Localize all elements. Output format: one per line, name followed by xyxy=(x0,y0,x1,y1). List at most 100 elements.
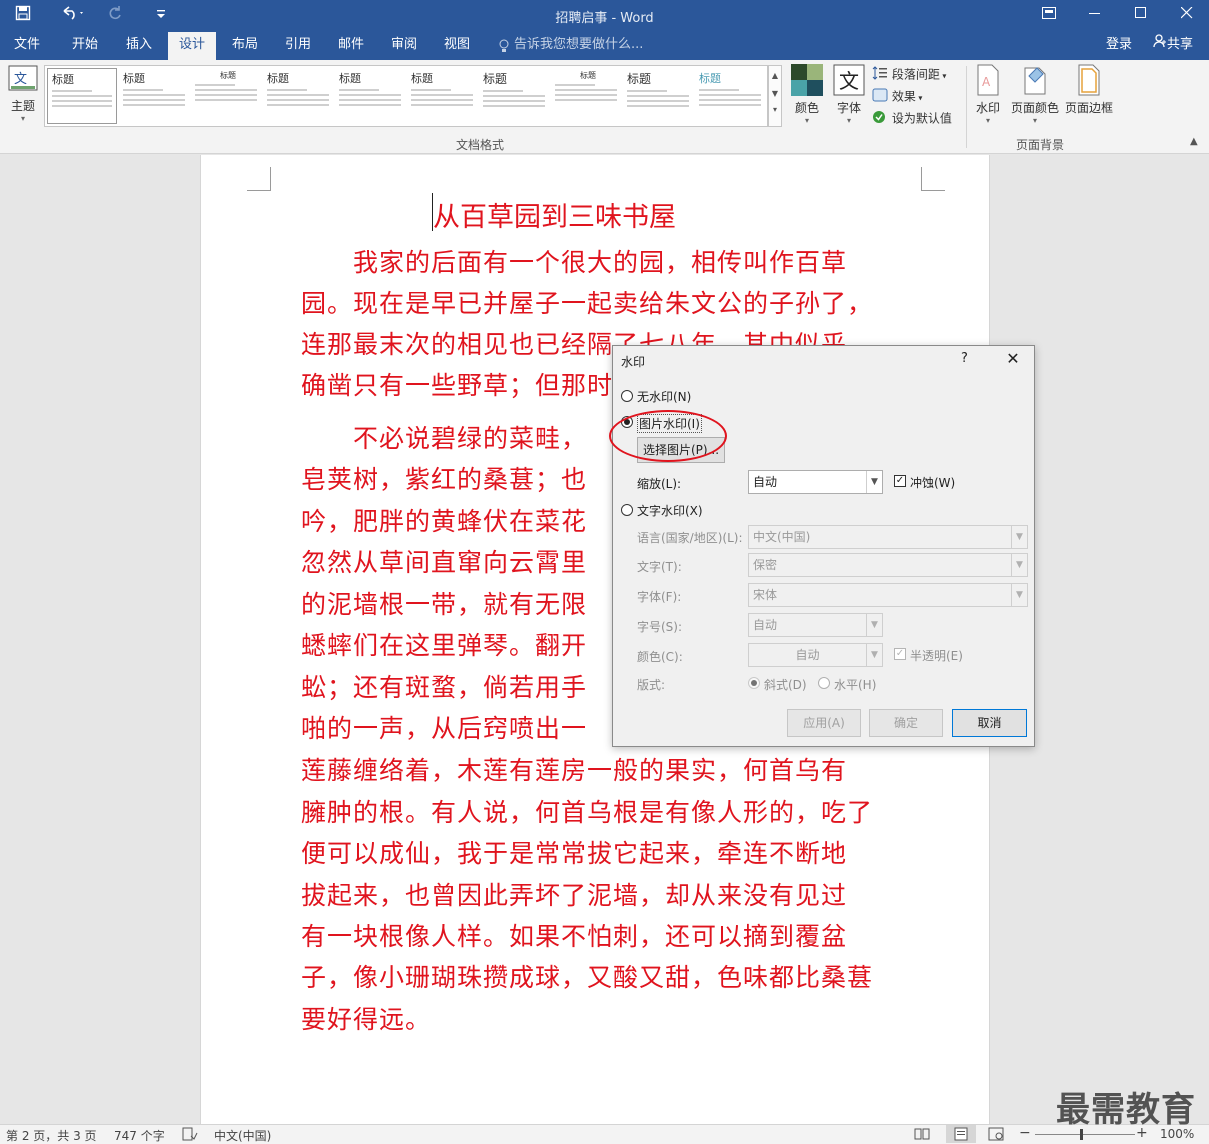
tab-view[interactable]: 视图 xyxy=(434,32,480,60)
maximize-icon[interactable] xyxy=(1118,0,1164,32)
collapse-ribbon-icon[interactable]: ▲ xyxy=(1190,136,1198,147)
tab-layout[interactable]: 布局 xyxy=(222,32,268,60)
style-set-item[interactable]: 标题 xyxy=(47,68,117,124)
chevron-down-icon[interactable]: ▼ xyxy=(1011,554,1027,576)
sign-in-link[interactable]: 登录 xyxy=(1106,32,1132,58)
style-set-item[interactable]: 标题 xyxy=(623,68,693,124)
style-set-item[interactable]: 标题 xyxy=(119,68,189,124)
no-watermark-label[interactable]: 无水印(N) xyxy=(637,388,691,405)
tab-home[interactable]: 开始 xyxy=(62,32,108,60)
chevron-down-icon[interactable]: ▼ xyxy=(1011,584,1027,606)
web-layout-icon[interactable] xyxy=(988,1127,1004,1144)
tab-insert[interactable]: 插入 xyxy=(116,32,162,60)
page-border-button[interactable]: 页面边框 xyxy=(1062,64,1116,116)
colors-button[interactable]: 颜色 ▾ xyxy=(788,64,826,125)
style-set-item[interactable]: 标题 xyxy=(263,68,333,124)
cancel-button[interactable]: 取消 xyxy=(952,709,1027,737)
size-select[interactable]: 自动 ▼ xyxy=(748,613,883,637)
effects-icon xyxy=(872,88,888,106)
text-line: 园。现在是早已并屋子一起卖给朱文公的子孙了， xyxy=(301,289,874,318)
color-select[interactable]: 自动 ▼ xyxy=(748,643,883,667)
zoom-slider[interactable] xyxy=(1035,1134,1135,1135)
paragraph-spacing-button[interactable]: 段落间距 ▾ xyxy=(872,66,946,85)
diagonal-label: 斜式(D) xyxy=(764,678,807,692)
style-set-item[interactable]: 标题 xyxy=(191,68,261,124)
chevron-down-icon[interactable]: ▼ xyxy=(866,471,882,493)
washout-label[interactable]: 冲蚀(W) xyxy=(910,474,955,491)
scroll-down-icon[interactable]: ▼ xyxy=(769,86,781,102)
read-mode-icon[interactable] xyxy=(914,1127,930,1144)
apply-button[interactable]: 应用(A) xyxy=(787,709,861,737)
crop-mark xyxy=(921,167,945,191)
text-line: 子，像小珊瑚珠攒成球，又酸又甜，色味都比桑葚 xyxy=(301,963,874,992)
print-layout-icon[interactable] xyxy=(946,1125,976,1143)
semitransparent-checkbox[interactable]: ✓ xyxy=(894,648,906,660)
lightbulb-icon xyxy=(498,39,510,56)
style-set-item[interactable]: 标题 xyxy=(695,68,765,124)
crop-mark xyxy=(247,167,271,191)
tab-references[interactable]: 引用 xyxy=(275,32,321,60)
style-set-title: 标题 xyxy=(483,72,508,86)
scale-select[interactable]: 自动 ▼ xyxy=(748,470,883,494)
style-set-item[interactable]: 标题 xyxy=(479,68,549,124)
page-count[interactable]: 第 2 页，共 3 页 xyxy=(6,1127,97,1144)
set-as-default-button[interactable]: 设为默认值 xyxy=(872,110,952,128)
text-line: 吟，肥胖的黄蜂伏在菜花 xyxy=(301,507,588,536)
tab-file[interactable]: 文件 xyxy=(4,32,50,60)
tab-review[interactable]: 审阅 xyxy=(381,32,427,60)
washout-checkbox[interactable]: ✓ xyxy=(894,475,906,487)
fonts-button[interactable]: 文 字体 ▾ xyxy=(830,64,868,125)
share-button[interactable]: 共享 xyxy=(1146,34,1200,56)
text-line: 臃肿的根。有人说，何首乌根是有像人形的，吃了 xyxy=(301,798,874,827)
scale-label: 缩放(L): xyxy=(637,477,682,491)
page-color-button[interactable]: 页面颜色 ▾ xyxy=(1008,64,1062,125)
language-status[interactable]: 中文(中国) xyxy=(214,1127,271,1144)
colors-label: 颜色 xyxy=(794,101,819,115)
tab-design[interactable]: 设计 xyxy=(168,32,216,60)
ribbon-display-options-icon[interactable] xyxy=(1026,0,1072,32)
style-set-title: 标题 xyxy=(267,72,289,85)
text-select[interactable]: 保密 ▼ xyxy=(748,553,1028,577)
horizontal-radio[interactable] xyxy=(818,677,830,689)
watermark-button[interactable]: A 水印 ▾ xyxy=(970,64,1006,125)
help-icon[interactable]: ? xyxy=(961,351,968,366)
scroll-up-icon[interactable]: ▲ xyxy=(769,66,781,86)
gallery-more-icon[interactable]: ▾ xyxy=(769,102,781,118)
page-color-icon xyxy=(1008,64,1062,99)
zoom-out-icon[interactable]: − xyxy=(1019,1125,1031,1141)
gallery-scroll[interactable]: ▲ ▼ ▾ xyxy=(768,65,782,127)
no-watermark-radio[interactable] xyxy=(621,390,633,402)
proofing-icon[interactable] xyxy=(182,1127,198,1144)
style-set-item[interactable]: 标题 xyxy=(551,68,621,124)
style-set-title: 标题 xyxy=(339,72,361,85)
theme-icon: 文 xyxy=(4,64,42,97)
svg-text:A: A xyxy=(982,75,991,89)
chevron-down-icon[interactable]: ▼ xyxy=(866,644,882,666)
diagonal-radio[interactable] xyxy=(748,677,760,689)
text-line: 忽然从草间直窜向云霄里 xyxy=(301,548,588,577)
text-watermark-label[interactable]: 文字水印(X) xyxy=(637,502,703,519)
font-select[interactable]: 宋体 ▼ xyxy=(748,583,1028,607)
person-icon xyxy=(1153,34,1167,55)
theme-button[interactable]: 文 主题 ▾ xyxy=(4,64,42,123)
text-watermark-radio[interactable] xyxy=(621,504,633,516)
style-set-item[interactable]: 标题 xyxy=(335,68,405,124)
color-value: 自动 xyxy=(795,648,820,662)
document-heading: 从百草园到三味书屋 xyxy=(433,202,676,233)
watermark-label: 水印 xyxy=(975,101,1000,115)
tell-me-search[interactable]: 告诉我您想要做什么... xyxy=(514,32,643,60)
ok-button[interactable]: 确定 xyxy=(869,709,943,737)
close-icon[interactable] xyxy=(1164,0,1209,32)
dialog-close-icon[interactable]: ✕ xyxy=(1003,349,1023,368)
effects-label: 效果 xyxy=(891,89,916,104)
effects-button[interactable]: 效果 ▾ xyxy=(872,88,922,107)
style-set-item[interactable]: 标题 xyxy=(407,68,477,124)
tab-mailings[interactable]: 邮件 xyxy=(328,32,374,60)
language-select[interactable]: 中文(中国) ▼ xyxy=(748,525,1028,549)
chevron-down-icon[interactable]: ▼ xyxy=(866,614,882,636)
chevron-down-icon[interactable]: ▼ xyxy=(1011,526,1027,548)
word-count[interactable]: 747 个字 xyxy=(114,1127,165,1144)
page-color-label: 页面颜色 xyxy=(1010,101,1059,115)
size-value: 自动 xyxy=(753,618,778,632)
minimize-icon[interactable] xyxy=(1072,0,1118,32)
